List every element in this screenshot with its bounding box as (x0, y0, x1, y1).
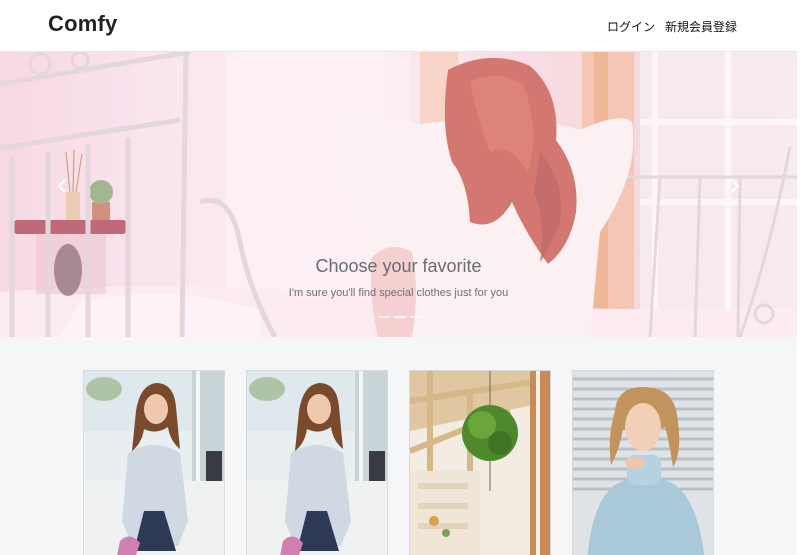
carousel-next-button[interactable] (723, 174, 747, 198)
carousel-indicator-3[interactable] (410, 316, 422, 318)
product-card[interactable] (83, 370, 225, 555)
hero-caption: Choose your favorite I'm sure you'll fin… (0, 256, 797, 299)
signup-link[interactable]: 新規会員登録 (665, 18, 737, 35)
chevron-right-icon (731, 179, 740, 193)
woman-denim-shirt-photo (84, 371, 224, 555)
woman-denim-shirt-photo (247, 371, 387, 555)
product-card[interactable] (409, 370, 551, 555)
carousel-indicators (378, 316, 422, 318)
nav-links: ログイン 新規会員登録 (607, 18, 737, 35)
login-link[interactable]: ログイン (607, 18, 655, 35)
hero-carousel: Choose your favorite I'm sure you'll fin… (0, 52, 797, 337)
product-card[interactable] (572, 370, 714, 555)
carousel-indicator-2[interactable] (394, 316, 406, 318)
shop-interior-plants-photo (410, 371, 550, 555)
brand-logo[interactable]: Comfy (48, 11, 117, 37)
hero-subtitle: I'm sure you'll find special clothes jus… (288, 287, 509, 299)
product-card[interactable] (246, 370, 388, 555)
carousel-indicator-1[interactable] (378, 316, 390, 318)
carousel-prev-button[interactable] (50, 174, 74, 198)
hero-title: Choose your favorite (315, 256, 482, 276)
navbar: Comfy ログイン 新規会員登録 (0, 0, 797, 52)
product-grid (0, 370, 797, 555)
woman-turtleneck-sweater-photo (573, 371, 713, 555)
chevron-left-icon (57, 179, 66, 193)
